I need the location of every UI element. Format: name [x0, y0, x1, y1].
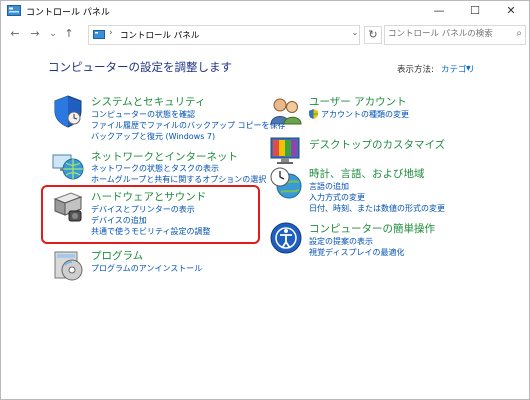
programs-disc-icon[interactable] — [51, 248, 85, 282]
uninstall-program-link[interactable]: プログラムのアンインストール — [91, 263, 202, 274]
category-title[interactable]: システムとセキュリティ — [91, 94, 206, 109]
file-history-link[interactable]: ファイル履歴でファイルのバックアップ コピーを保存 — [91, 120, 286, 131]
network-status-link[interactable]: ネットワークの状態とタスクの表示 — [91, 163, 219, 174]
view-by-arrow-icon[interactable]: ▼ — [466, 65, 471, 72]
network-globe-icon[interactable] — [51, 149, 85, 183]
ease-of-access-icon[interactable] — [269, 221, 303, 255]
category-title[interactable]: コンピューターの簡単操作 — [309, 221, 435, 236]
search-box[interactable]: ⌕ — [384, 25, 526, 45]
recent-locations-icon[interactable]: ⌄ — [45, 26, 61, 42]
add-language-link[interactable]: 言語の追加 — [309, 181, 349, 192]
category-title[interactable]: プログラム — [91, 248, 143, 263]
close-button[interactable]: ✕ — [493, 1, 529, 23]
category-user-accounts: ユーザー アカウント アカウントの種類の変更 — [269, 94, 489, 128]
category-desktop-customize: デスクトップのカスタマイズ — [269, 134, 489, 164]
minimize-button[interactable]: — — [421, 1, 457, 23]
clock-globe-icon[interactable] — [269, 166, 303, 200]
homegroup-sharing-link[interactable]: ホームグループと共有に関するオプションの選択 — [91, 174, 266, 185]
address-dropdown-icon[interactable]: ⌄ — [348, 24, 362, 42]
check-status-link[interactable]: コンピューターの状態を確認 — [91, 109, 195, 120]
change-input-method-link[interactable]: 入力方式の変更 — [309, 192, 365, 203]
control-panel-icon — [93, 30, 105, 39]
uac-shield-icon — [309, 109, 318, 119]
category-clock-language-region: 時計、言語、および地域 言語の追加 入力方式の変更 日付、時刻、または数値の形式… — [269, 166, 489, 216]
category-programs: プログラム プログラムのアンインストール — [51, 248, 251, 284]
change-date-format-link[interactable]: 日付、時刻、または数値の形式の変更 — [309, 203, 445, 214]
users-icon[interactable] — [269, 94, 303, 128]
optimize-display-link[interactable]: 視覚ディスプレイの最適化 — [309, 247, 404, 258]
page-title: コンピューターの設定を調整します — [48, 60, 232, 74]
suggested-settings-link[interactable]: 設定の提案の表示 — [309, 236, 373, 247]
back-arrow-icon[interactable]: ← — [7, 26, 23, 42]
view-by-label: 表示方法: — [397, 65, 434, 75]
category-title[interactable]: デスクトップのカスタマイズ — [309, 137, 445, 152]
control-panel-window: コントロール パネル — ☐ ✕ ← → ⌄ ↑ › コントロール パネル ⌄ … — [0, 0, 530, 400]
control-panel-icon — [7, 5, 21, 16]
category-title[interactable]: ネットワークとインターネット — [91, 149, 238, 164]
refresh-icon[interactable]: ↻ — [364, 26, 382, 44]
category-title[interactable]: ユーザー アカウント — [309, 94, 407, 109]
forward-arrow-icon[interactable]: → — [27, 26, 43, 42]
backup-restore-link[interactable]: バックアップと復元 (Windows 7) — [91, 131, 215, 142]
shield-icon[interactable] — [51, 94, 85, 128]
category-network-internet: ネットワークとインターネット ネットワークの状態とタスクの表示 ホームグループと… — [51, 149, 271, 187]
maximize-button[interactable]: ☐ — [457, 1, 493, 23]
up-arrow-icon[interactable]: ↑ — [61, 26, 77, 42]
desktop-palette-icon[interactable] — [269, 134, 303, 168]
address-bar[interactable]: › コントロール パネル — [88, 25, 360, 45]
change-account-type-link[interactable]: アカウントの種類の変更 — [321, 109, 409, 120]
breadcrumb-separator: › — [109, 28, 113, 38]
search-input[interactable] — [388, 27, 508, 41]
highlight-annotation — [41, 185, 260, 244]
search-icon[interactable]: ⌕ — [516, 28, 522, 39]
category-title[interactable]: 時計、言語、および地域 — [309, 166, 425, 181]
category-system-security: システムとセキュリティ コンピューターの状態を確認 ファイル履歴でファイルのバッ… — [51, 94, 286, 144]
breadcrumb-control-panel[interactable]: コントロール パネル — [120, 29, 199, 41]
window-title: コントロール パネル — [26, 8, 110, 18]
title-bar: コントロール パネル — ☐ ✕ — [1, 1, 529, 23]
category-ease-of-access: コンピューターの簡単操作 設定の提案の表示 視覚ディスプレイの最適化 — [269, 221, 489, 261]
